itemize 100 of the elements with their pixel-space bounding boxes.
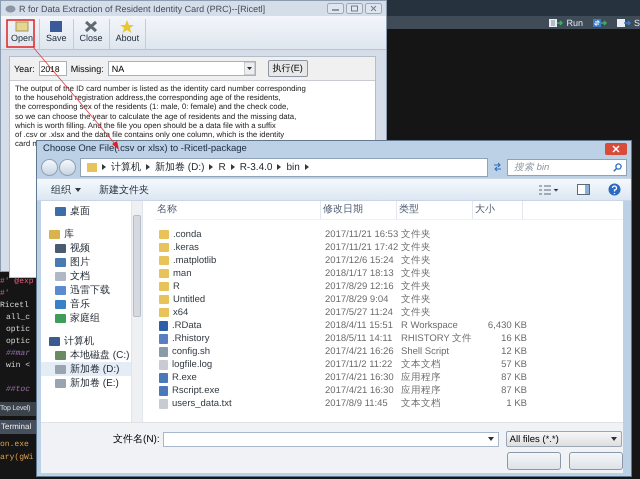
chevron-icon (304, 164, 309, 170)
scrollbar[interactable] (131, 201, 142, 422)
execute-button[interactable]: 执行(E) (268, 60, 308, 77)
file-date: 2017/8/9 11:45 (325, 398, 389, 409)
dialog-title: Choose One File(.csv or xlsx) to -Ricetl-package (43, 143, 247, 154)
location-icon (55, 244, 66, 252)
nav-item[interactable]: 迅雷下载 (41, 283, 131, 297)
view-icon[interactable] (539, 184, 559, 194)
missing-dropdown[interactable]: NA (108, 61, 256, 76)
nav-item[interactable]: 家庭组 (41, 311, 131, 325)
console-line: ary(gWi (0, 453, 34, 462)
file-name[interactable]: Rscript.exe (172, 385, 220, 396)
nav-item[interactable]: 新加卷 (E:) (41, 376, 131, 390)
code-line: ##toc (5, 385, 30, 394)
nav-item[interactable]: 库 (41, 227, 131, 241)
file-type: 文件夹 (401, 228, 432, 241)
file-name[interactable]: R.exe (172, 372, 197, 383)
file-date: 2017/4/21 16:30 (325, 385, 395, 396)
file-date: 2017/8/29 9:04 (325, 294, 390, 305)
save-button[interactable]: Save (40, 19, 74, 49)
caret-icon (75, 188, 81, 192)
filename-label: 文件名(N): (113, 432, 160, 446)
nav-item[interactable]: 计算机 (41, 334, 131, 348)
file-type: 文本文档 (401, 397, 442, 410)
minimize-button[interactable] (327, 3, 344, 14)
file-size: 57 KB (501, 359, 527, 370)
file-name[interactable]: Untitled (173, 294, 206, 305)
source-button[interactable]: S (616, 18, 640, 28)
file-name[interactable]: .conda (173, 229, 202, 240)
search-field[interactable]: 搜索 bin (507, 158, 627, 176)
file-date: 2017/4/21 16:26 (325, 346, 395, 357)
close-button[interactable]: Close (74, 19, 110, 49)
column-header[interactable]: 名称 (155, 201, 321, 219)
nav-item[interactable]: 新加卷 (D:) (41, 362, 131, 376)
nav-item[interactable]: 文档 (41, 269, 131, 283)
chevron-icon (209, 164, 214, 170)
file-type: 文本文档 (401, 358, 442, 371)
file-date: 2017/4/21 16:30 (325, 372, 395, 383)
code-line: optic (5, 325, 30, 334)
toolbar-button[interactable]: 组织 (51, 182, 81, 196)
file-name[interactable]: man (173, 268, 192, 279)
file-name[interactable]: .keras (173, 242, 199, 253)
search-icon[interactable] (613, 162, 622, 172)
about-button[interactable]: About (110, 19, 146, 49)
nav-item[interactable]: 本地磁盘 (C:) (41, 348, 131, 362)
file-name[interactable]: .Rhistory (172, 333, 210, 344)
filename-field[interactable] (162, 432, 499, 446)
help-icon[interactable] (608, 183, 621, 196)
nav-item[interactable]: 视频 (41, 241, 131, 255)
code-line: all_c (5, 313, 30, 322)
nav-item[interactable]: 桌面 (41, 204, 131, 218)
file-name[interactable]: users_data.txt (172, 398, 232, 409)
preview-pane-icon[interactable] (577, 184, 590, 195)
refresh-icon[interactable] (492, 162, 503, 172)
column-header[interactable]: 大小 (473, 201, 523, 219)
dialog-button[interactable] (569, 452, 623, 470)
file-type: RHISTORY 文件 (401, 332, 474, 345)
location-icon (55, 272, 66, 280)
file-date: 2018/1/17 18:13 (325, 268, 395, 279)
address-bar[interactable]: 计算机 新加卷 (D:) R R-3.4.0 bin (80, 158, 488, 176)
highlight-frame (6, 19, 35, 48)
terminal-tab[interactable]: Terminal (0, 420, 36, 434)
column-header[interactable]: 类型 (397, 201, 473, 219)
file-name[interactable]: .matplotlib (173, 255, 216, 266)
page-arrow-icon (592, 18, 607, 28)
nav-item[interactable]: 图片 (41, 255, 131, 269)
maximize-button[interactable] (346, 3, 363, 14)
code-line: Ricetl (0, 301, 29, 310)
file-type-dropdown[interactable]: All files (*.*) (506, 431, 622, 447)
file-name[interactable]: R (173, 281, 180, 292)
file-date: 2017/11/21 16:53 (325, 229, 400, 240)
rerun-button[interactable] (592, 18, 607, 28)
chevron-icon (146, 164, 150, 170)
file-name[interactable]: .RData (172, 320, 202, 331)
run-button[interactable]: Run (549, 18, 583, 28)
close-button[interactable] (605, 142, 627, 154)
file-type: 文件夹 (401, 267, 432, 280)
file-date: 2017/11/21 17:42 (325, 242, 400, 253)
nav-item[interactable]: 音乐 (41, 297, 131, 311)
file-name[interactable]: config.sh (172, 346, 210, 357)
dropdown-arrow-icon[interactable] (244, 62, 255, 75)
location-icon (55, 300, 66, 308)
back-forward-buttons[interactable] (41, 158, 76, 176)
toolbar-button[interactable]: 新建文件夹 (99, 182, 149, 196)
chevron-icon (230, 164, 235, 170)
file-name[interactable]: logfile.log (172, 359, 212, 370)
dropdown-arrow-icon[interactable] (488, 437, 494, 441)
file-name[interactable]: x64 (173, 307, 188, 318)
file-date: 2018/4/11 15:51 (325, 320, 394, 331)
location-icon (55, 206, 66, 216)
file-size: 87 KB (501, 372, 527, 383)
column-header[interactable]: 修改日期 (321, 201, 397, 219)
dialog-button[interactable] (507, 452, 561, 470)
close-button[interactable] (365, 3, 382, 14)
location-icon (55, 364, 66, 374)
location-icon (55, 314, 66, 322)
chevron-icon (277, 164, 282, 170)
console-line: on.exe (0, 440, 29, 449)
open-button[interactable]: Open (5, 19, 40, 49)
code-line: ##mar (5, 349, 30, 358)
